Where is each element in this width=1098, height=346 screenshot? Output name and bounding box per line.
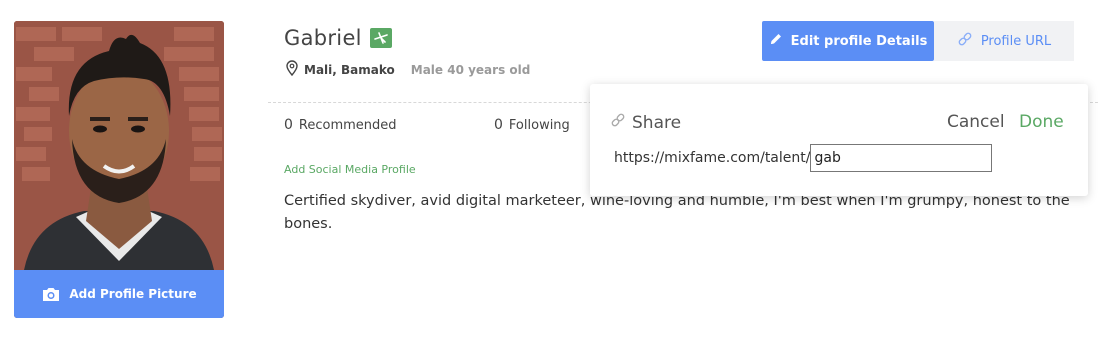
profile-url-row: https://mixfame.com/talent/ bbox=[614, 144, 993, 172]
share-heading: Share bbox=[610, 112, 681, 133]
cancel-button[interactable]: Cancel bbox=[947, 112, 1005, 132]
location-pin-icon bbox=[286, 60, 298, 79]
share-popover: Share Cancel Done https://mixfame.com/ta… bbox=[590, 84, 1088, 196]
location-text: Mali, Bamako bbox=[304, 62, 395, 77]
stat-recommended[interactable]: 0 Recommended bbox=[284, 117, 494, 133]
profile-name: Gabriel bbox=[284, 26, 362, 50]
profile-name-row: Gabriel bbox=[284, 26, 392, 50]
profile-url-button[interactable]: Profile URL bbox=[934, 21, 1074, 61]
stat-label: Following bbox=[508, 118, 570, 133]
avatar-card: Add Profile Picture bbox=[14, 21, 224, 318]
stat-count: 0 bbox=[284, 117, 293, 133]
stat-count: 0 bbox=[494, 117, 503, 133]
edit-profile-label: Edit profile Details bbox=[790, 33, 928, 49]
add-profile-picture-button[interactable]: Add Profile Picture bbox=[14, 270, 224, 318]
verified-badge-icon bbox=[369, 28, 392, 48]
gender-age-text: Male 40 years old bbox=[410, 62, 531, 77]
profile-url-label: Profile URL bbox=[980, 33, 1052, 49]
location-row: Mali, Bamako Male 40 years old bbox=[286, 60, 530, 79]
add-profile-picture-label: Add Profile Picture bbox=[69, 287, 197, 301]
profile-slug-input[interactable] bbox=[810, 144, 993, 172]
camera-icon bbox=[41, 286, 61, 302]
url-prefix: https://mixfame.com/talent/ bbox=[614, 150, 811, 166]
link-icon bbox=[610, 112, 626, 133]
share-title: Share bbox=[632, 112, 682, 133]
profile-bio: Certified skydiver, avid digital markete… bbox=[284, 193, 1070, 232]
stat-label: Recommended bbox=[298, 118, 397, 133]
add-social-media-link[interactable]: Add Social Media Profile bbox=[284, 163, 416, 176]
done-button[interactable]: Done bbox=[1019, 112, 1064, 132]
edit-profile-button[interactable]: Edit profile Details bbox=[762, 21, 934, 61]
link-icon bbox=[957, 31, 973, 51]
pencil-icon bbox=[769, 32, 783, 50]
avatar-photo bbox=[14, 21, 224, 270]
